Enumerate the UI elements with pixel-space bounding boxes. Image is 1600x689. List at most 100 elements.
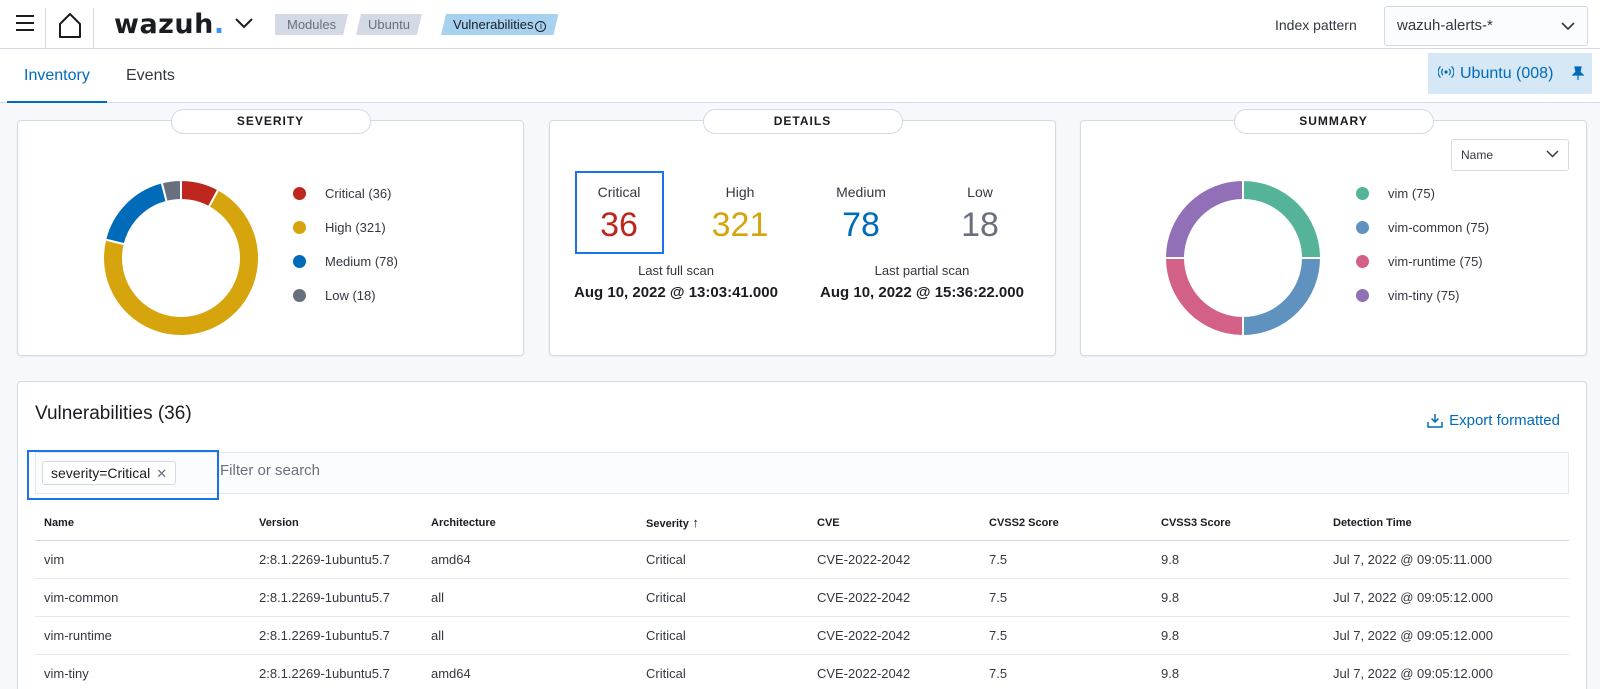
divider	[45, 8, 46, 48]
pin-icon[interactable]	[1572, 66, 1584, 81]
table-cell: 9.8	[1152, 616, 1324, 655]
table-cell: vim	[35, 540, 250, 579]
table-cell: vim-tiny	[35, 654, 250, 689]
last-partial-scan-label: Last partial scan	[874, 263, 970, 278]
breadcrumb-modules[interactable]: Modules	[275, 14, 348, 35]
table-cell: 9.8	[1152, 578, 1324, 617]
column-header-label: Version	[259, 516, 299, 529]
legend-item[interactable]: Low (18)	[293, 278, 398, 312]
tabs-bar: Inventory Events Ubuntu (008)	[0, 49, 1600, 103]
table-cell: 2:8.1.2269-1ubuntu5.7	[250, 578, 422, 617]
severity-count-low[interactable]: Low 18	[930, 171, 1030, 245]
legend-item[interactable]: vim-common (75)	[1356, 210, 1489, 244]
table-cell: 7.5	[980, 616, 1152, 655]
table-cell: 7.5	[980, 540, 1152, 579]
summary-donut-chart	[1163, 178, 1323, 338]
table-cell: 9.8	[1152, 540, 1324, 579]
table-cell: 7.5	[980, 578, 1152, 617]
donut-slice[interactable]	[1242, 178, 1323, 259]
count-label: Critical	[597, 184, 641, 200]
summary-field-select[interactable]: Name	[1451, 139, 1569, 171]
table-cell: Critical	[637, 616, 808, 655]
last-full-scan-label: Last full scan	[638, 263, 714, 278]
column-header-label: Name	[44, 516, 74, 529]
column-header[interactable]: Architecture	[422, 506, 637, 541]
breadcrumb-vulnerabilities[interactable]: Vulnerabilities i	[441, 14, 558, 35]
severity-count-medium[interactable]: Medium 78	[811, 171, 911, 245]
legend-item[interactable]: vim-tiny (75)	[1356, 278, 1489, 312]
wazuh-logo[interactable]: wazuh.	[114, 9, 225, 40]
legend-dot-icon	[1356, 220, 1369, 234]
breadcrumb-agent[interactable]: Ubuntu	[356, 14, 422, 35]
info-icon[interactable]: i	[535, 21, 546, 32]
index-pattern-select[interactable]: wazuh-alerts-*	[1384, 6, 1588, 46]
column-header[interactable]: Version	[250, 506, 422, 541]
legend-label: vim-runtime (75)	[1388, 253, 1483, 269]
severity-donut-chart	[102, 178, 260, 337]
table-row[interactable]: vim 2:8.1.2269-1ubuntu5.7 amd64 Critical CVE…	[35, 540, 1569, 579]
table-cell: CVE-2022-2042	[808, 654, 980, 689]
divider	[93, 8, 94, 48]
panel-title: SUMMARY	[1233, 109, 1434, 134]
column-header[interactable]: Detection Time	[1324, 506, 1569, 541]
donut-slice[interactable]	[1242, 257, 1323, 338]
column-header-label: CVSS3 Score	[1161, 516, 1231, 529]
tab-inventory[interactable]: Inventory	[7, 49, 107, 103]
legend-item[interactable]: vim-runtime (75)	[1356, 244, 1489, 278]
last-partial-scan-value: Aug 10, 2022 @ 15:36:22.000	[820, 284, 1024, 301]
agent-selector[interactable]: Ubuntu (008)	[1428, 53, 1592, 94]
severity-count-high[interactable]: High 321	[690, 171, 790, 245]
details-panel: DETAILS Critical 36 High 321 Medium 78 Low 18 L…	[549, 109, 1056, 356]
legend-item[interactable]: vim (75)	[1356, 176, 1489, 210]
donut-slice[interactable]	[1163, 178, 1244, 259]
table-cell: all	[422, 616, 637, 655]
search-input[interactable]	[220, 462, 820, 479]
broadcast-icon	[1437, 66, 1455, 78]
table-cell: 9.8	[1152, 654, 1324, 689]
count-label: High	[725, 184, 755, 200]
table-cell: 2:8.1.2269-1ubuntu5.7	[250, 654, 422, 689]
export-formatted-button[interactable]: Export formatted	[1427, 412, 1560, 429]
severity-count-critical[interactable]: Critical 36	[569, 171, 669, 245]
donut-slice[interactable]	[104, 181, 168, 246]
column-header[interactable]: CVE	[808, 506, 980, 541]
legend-dot-icon	[293, 288, 306, 302]
column-header[interactable]: Name	[35, 506, 250, 541]
table-cell: Critical	[637, 578, 808, 617]
table-row[interactable]: vim-tiny 2:8.1.2269-1ubuntu5.7 amd64 Critic…	[35, 654, 1569, 689]
legend-label: Critical (36)	[325, 185, 392, 201]
home-icon[interactable]	[55, 10, 85, 40]
summary-legend: vim (75) vim-common (75) vim-runtime (75) v…	[1356, 176, 1489, 312]
tab-events[interactable]: Events	[126, 49, 175, 103]
table-cell: vim-runtime	[35, 616, 250, 655]
legend-item[interactable]: Critical (36)	[293, 176, 398, 210]
filter-highlight-box	[27, 450, 219, 500]
search-bar: severity=Critical ✕	[35, 452, 1569, 494]
vulnerabilities-table: Name Version Architecture Severity ↑ CVE CVSS…	[35, 506, 1569, 689]
table-cell: CVE-2022-2042	[808, 616, 980, 655]
donut-slice[interactable]	[1163, 257, 1244, 338]
table-cell: amd64	[422, 654, 637, 689]
table-cell: 2:8.1.2269-1ubuntu5.7	[250, 540, 422, 579]
column-header-label: Architecture	[431, 516, 496, 529]
column-header[interactable]: Severity ↑	[637, 506, 808, 541]
column-header[interactable]: CVSS2 Score	[980, 506, 1152, 541]
menu-icon[interactable]	[16, 15, 34, 31]
sort-ascending-icon[interactable]: ↑	[689, 515, 699, 530]
table-cell: Critical	[637, 540, 808, 579]
legend-label: Medium (78)	[325, 253, 398, 269]
table-cell: Critical	[637, 654, 808, 689]
column-header[interactable]: CVSS3 Score	[1152, 506, 1324, 541]
last-full-scan: Last full scan Aug 10, 2022 @ 13:03:41.0…	[566, 263, 786, 301]
vulnerabilities-panel: Vulnerabilities (36) Export formatted se…	[17, 381, 1587, 689]
legend-item[interactable]: Medium (78)	[293, 244, 398, 278]
export-icon	[1427, 414, 1443, 428]
table-row[interactable]: vim-runtime 2:8.1.2269-1ubuntu5.7 all Criti…	[35, 616, 1569, 655]
legend-label: vim (75)	[1388, 185, 1435, 201]
legend-dot-icon	[1356, 288, 1369, 302]
chevron-down-icon[interactable]	[234, 16, 254, 30]
legend-label: vim-tiny (75)	[1388, 287, 1460, 303]
table-row[interactable]: vim-common 2:8.1.2269-1ubuntu5.7 all Critic…	[35, 578, 1569, 617]
top-header: wazuh. Modules Ubuntu Vulnerabilities i I…	[0, 0, 1600, 49]
legend-item[interactable]: High (321)	[293, 210, 398, 244]
